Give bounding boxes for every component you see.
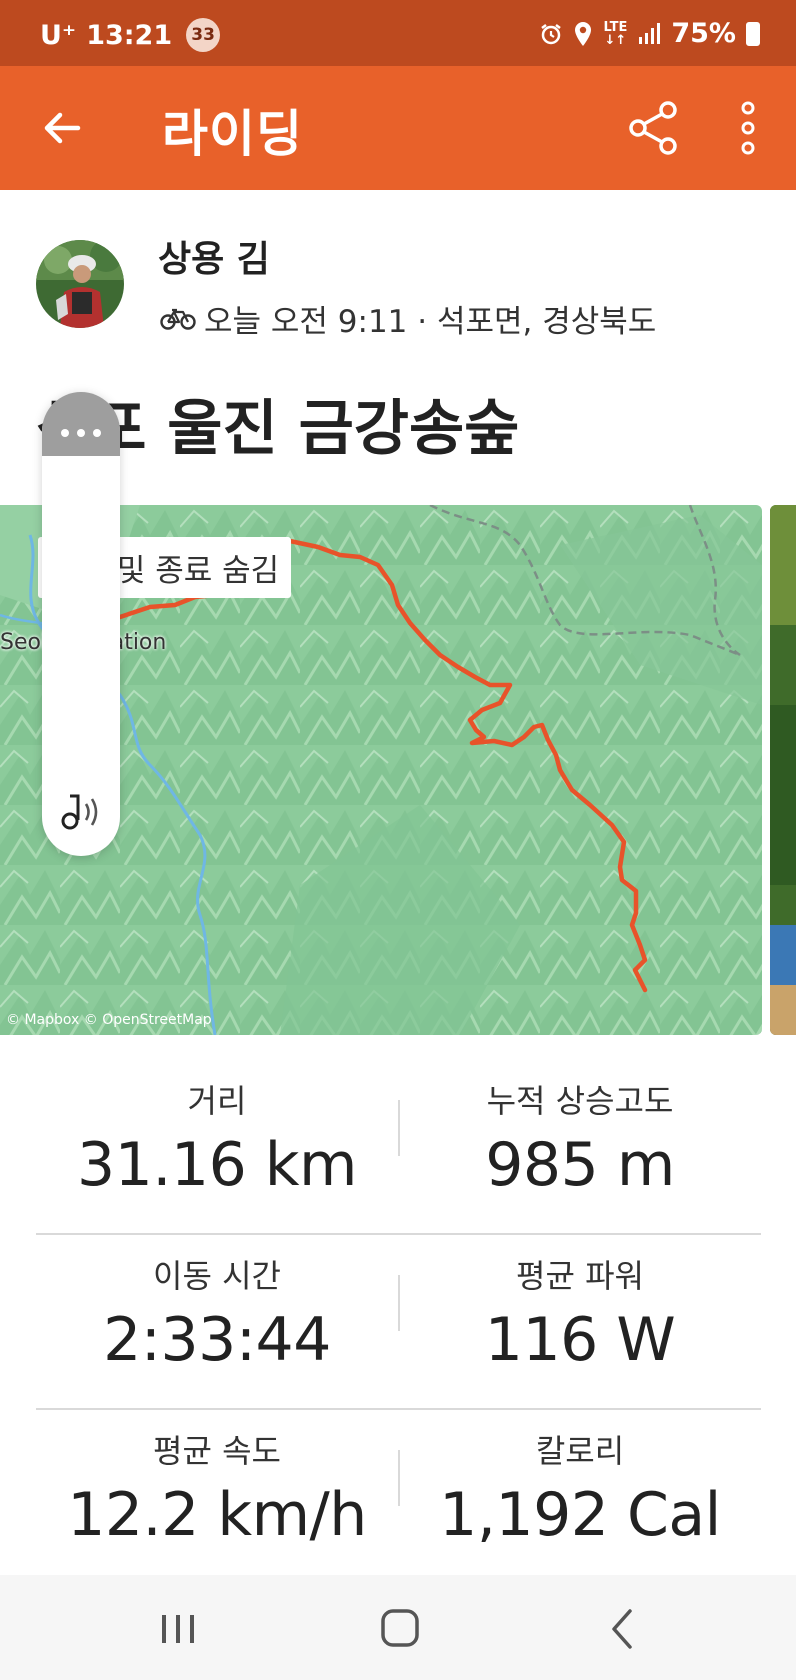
stat-value: 985 m xyxy=(485,1130,675,1200)
stat-avg-speed: 평균 속도 12.2 km/h xyxy=(36,1426,398,1550)
stat-label: 평균 파워 xyxy=(516,1257,644,1295)
back-chevron-icon[interactable] xyxy=(592,1605,652,1653)
stat-elevation-gain: 누적 상승고도 985 m xyxy=(399,1076,761,1200)
location-icon xyxy=(575,21,592,46)
more-horizontal-icon[interactable] xyxy=(60,428,102,438)
panel-handle[interactable] xyxy=(42,392,120,456)
activity-meta: 오늘 오전 9:11 · 석포면, 경상북도 xyxy=(160,296,656,341)
stat-label: 칼로리 xyxy=(535,1432,625,1470)
stat-avg-power: 평균 파워 116 W xyxy=(399,1251,761,1375)
activity-time-location: 오늘 오전 9:11 · 석포면, 경상북도 xyxy=(204,304,657,340)
photo-thumbnail[interactable] xyxy=(770,505,796,1035)
stats-row: 평균 속도 12.2 km/h 칼로리 1,192 Cal xyxy=(36,1410,761,1585)
share-icon[interactable] xyxy=(626,100,682,156)
alarm-icon xyxy=(541,23,562,44)
music-sound-icon[interactable] xyxy=(56,792,108,832)
stat-value: 31.16 km xyxy=(76,1130,358,1200)
stat-value: 12.2 km/h xyxy=(67,1480,367,1550)
signal-icon xyxy=(639,22,661,44)
stat-distance: 거리 31.16 km xyxy=(36,1076,398,1200)
floating-side-panel xyxy=(42,392,120,856)
bicycle-icon xyxy=(160,308,196,330)
stat-value: 116 W xyxy=(484,1305,676,1375)
more-vertical-icon[interactable] xyxy=(728,100,768,156)
stats-row: 거리 31.16 km 누적 상승고도 985 m xyxy=(36,1060,761,1235)
app-bar: 라이딩 xyxy=(0,66,796,190)
athlete-name[interactable]: 상용 김 xyxy=(158,230,270,282)
stats-row: 이동 시간 2:33:44 평균 파워 116 W xyxy=(36,1235,761,1410)
home-icon[interactable] xyxy=(370,1605,430,1653)
notification-count-badge: 33 xyxy=(186,18,221,52)
stat-label: 이동 시간 xyxy=(153,1257,281,1295)
arrow-left-icon[interactable] xyxy=(36,102,88,154)
page-title: 라이딩 xyxy=(162,105,303,163)
battery-percent: 75% xyxy=(671,18,736,49)
map-attribution[interactable]: © Mapbox © OpenStreetMap xyxy=(6,1012,212,1028)
status-bar: U⁺ 13:21 33 LTE ↓↑ 75% xyxy=(0,0,796,66)
carrier-label: U⁺ xyxy=(40,19,77,51)
clock: 13:21 xyxy=(86,19,173,51)
stat-label: 거리 xyxy=(187,1082,247,1120)
stat-calories: 칼로리 1,192 Cal xyxy=(399,1426,761,1550)
stat-value: 1,192 Cal xyxy=(439,1480,721,1550)
battery-icon xyxy=(746,21,760,46)
stat-label: 누적 상승고도 xyxy=(486,1082,674,1120)
stat-moving-time: 이동 시간 2:33:44 xyxy=(36,1251,398,1375)
avatar[interactable] xyxy=(36,240,124,328)
network-type-label: LTE ↓↑ xyxy=(603,19,628,48)
stat-value: 2:33:44 xyxy=(103,1305,331,1375)
stats-grid: 거리 31.16 km 누적 상승고도 985 m 이동 시간 2:33:44 … xyxy=(36,1060,761,1585)
stat-label: 평균 속도 xyxy=(153,1432,281,1470)
recents-icon[interactable] xyxy=(148,1605,208,1653)
system-nav-bar xyxy=(0,1575,796,1680)
